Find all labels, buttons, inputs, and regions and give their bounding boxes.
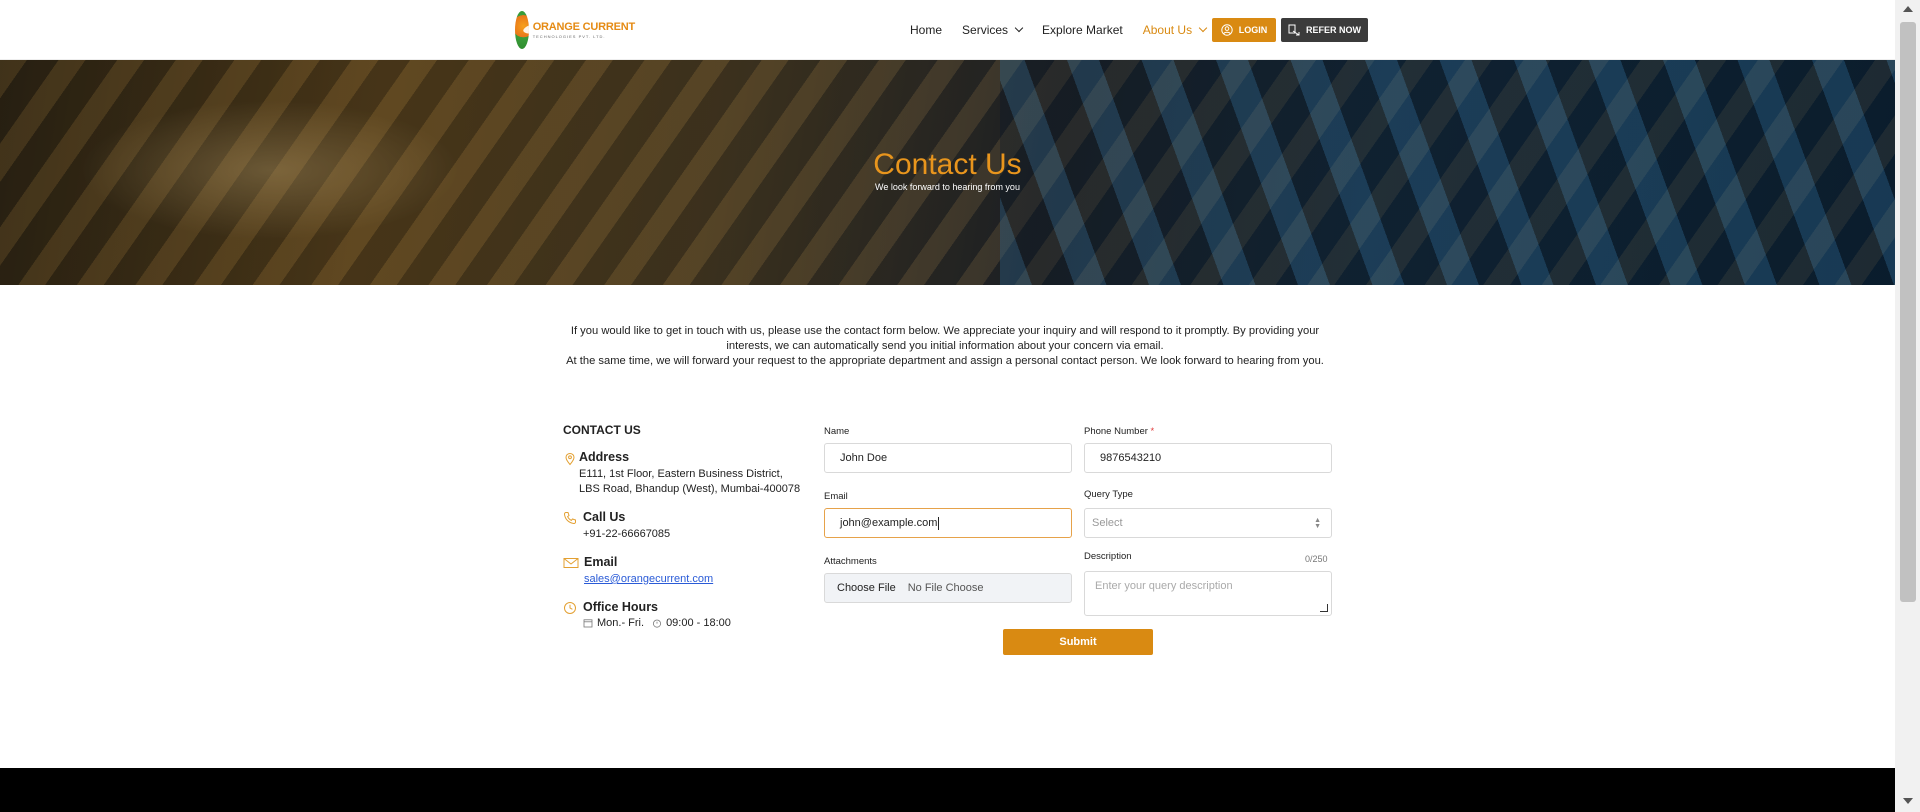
page-scrollbar[interactable]	[1895, 0, 1920, 812]
attachment-input[interactable]: Choose File No File Choose	[824, 573, 1072, 603]
nav-explore-market[interactable]: Explore Market	[1042, 23, 1123, 37]
intro-text: If you would like to get in touch with u…	[560, 324, 1330, 369]
nav-about-us[interactable]: About Us	[1143, 23, 1208, 37]
contact-heading: CONTACT US	[563, 423, 641, 437]
chevron-down-icon	[1014, 23, 1024, 33]
mail-icon	[563, 558, 579, 568]
scroll-down-arrow-icon[interactable]	[1903, 798, 1913, 804]
description-textarea[interactable]: Enter your query description	[1084, 571, 1332, 616]
resize-handle[interactable]	[1320, 604, 1328, 612]
choose-file-button[interactable]: Choose File	[837, 582, 896, 594]
name-label: Name	[824, 426, 850, 437]
stopwatch-icon	[653, 619, 662, 628]
main-nav: Home Services Explore Market About Us	[910, 0, 1226, 60]
refer-icon	[1288, 24, 1300, 36]
chevron-down-icon	[1198, 23, 1208, 33]
select-arrows-icon: ▲ ▼	[1314, 517, 1321, 530]
address-label: Address	[579, 450, 630, 464]
required-marker: *	[1150, 426, 1155, 437]
scroll-up-arrow-icon[interactable]	[1903, 6, 1913, 12]
clock-icon	[564, 602, 576, 614]
office-time: 09:00 - 18:00	[666, 617, 731, 629]
office-days: Mon.- Fri.	[597, 617, 645, 629]
map-pin-icon	[565, 452, 575, 466]
email-block: Email sales@orangecurrent.com	[563, 555, 803, 587]
description-counter: 0/250	[1305, 554, 1328, 564]
query-type-select[interactable]: Select ▲ ▼	[1084, 508, 1332, 538]
name-input[interactable]: John Doe	[824, 443, 1072, 473]
attachments-label: Attachments	[824, 556, 877, 567]
brand-logo[interactable]: ORANGE CURRENT TECHNOLOGIES PVT. LTD.	[515, 10, 635, 50]
call-block: Call Us +91-22-66667085	[563, 510, 803, 542]
call-label: Call Us	[583, 510, 626, 524]
address-text: E111, 1st Floor, Eastern Business Distri…	[579, 468, 801, 495]
calendar-icon	[583, 619, 593, 628]
brand-tagline: TECHNOLOGIES PVT. LTD.	[532, 33, 606, 39]
text-cursor	[938, 516, 940, 530]
phone-input[interactable]: 9876543210	[1084, 443, 1332, 473]
page-title: Contact Us	[873, 148, 1022, 181]
address-block: Address E111, 1st Floor, Eastern Busines…	[563, 450, 803, 497]
submit-button[interactable]: Submit	[1003, 629, 1153, 655]
phone-label: Phone Number *	[1084, 426, 1155, 437]
scrollbar-thumb[interactable]	[1900, 22, 1916, 602]
brand-name: ORANGE CURRENT	[532, 20, 636, 33]
query-type-label: Query Type	[1084, 489, 1133, 500]
page-subtitle: We look forward to hearing from you	[875, 182, 1020, 192]
site-header: ORANGE CURRENT TECHNOLOGIES PVT. LTD. Ho…	[0, 0, 1895, 60]
no-file-text: No File Choose	[907, 582, 984, 594]
office-hours-label: Office Hours	[583, 600, 659, 614]
phone-icon	[563, 512, 576, 525]
login-button[interactable]: LOGIN	[1212, 18, 1276, 42]
email-input[interactable]: john@example.com	[824, 508, 1072, 538]
logo-mark-icon	[515, 11, 529, 49]
email-link[interactable]: sales@orangecurrent.com	[584, 573, 713, 585]
nav-home[interactable]: Home	[910, 23, 942, 37]
nav-services[interactable]: Services	[962, 23, 1024, 37]
email-label: Email	[584, 555, 618, 569]
description-label: Description	[1084, 551, 1132, 562]
site-footer	[0, 768, 1895, 812]
hero-banner: Contact Us We look forward to hearing fr…	[0, 60, 1895, 285]
email-field-label: Email	[824, 491, 848, 502]
intro-paragraph-1: If you would like to get in touch with u…	[570, 325, 1320, 352]
intro-paragraph-2: At the same time, we will forward your r…	[566, 355, 1324, 367]
office-hours-block: Office Hours Mon.- Fri. 09:00 - 18:00	[563, 600, 803, 629]
phone-number: +91-22-66667085	[583, 528, 671, 540]
refer-now-button[interactable]: REFER NOW	[1281, 18, 1368, 42]
user-circle-icon	[1221, 24, 1233, 36]
